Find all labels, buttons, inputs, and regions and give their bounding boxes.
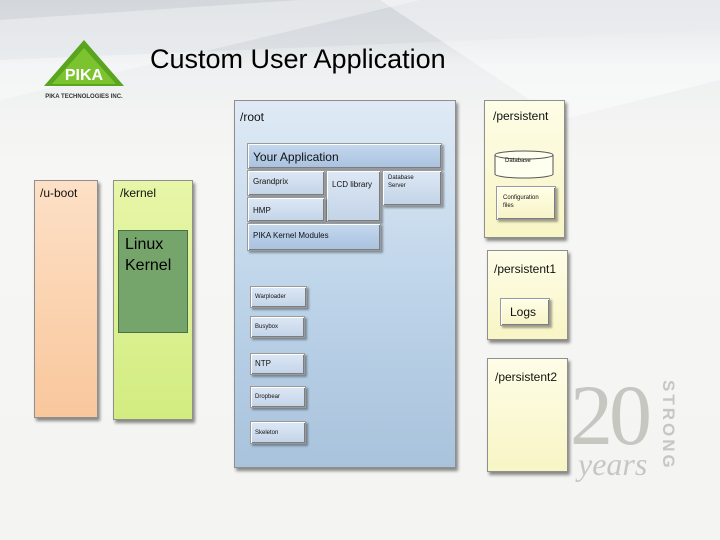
your-application-label: Your Application — [253, 150, 339, 164]
uboot-partition — [34, 180, 98, 418]
persistent2-label: /persistent2 — [495, 370, 558, 384]
lcd-library-label: LCD library — [332, 180, 373, 189]
company-name: PIKA TECHNOLOGIES INC. — [45, 94, 123, 100]
lcd-library-box — [326, 170, 381, 222]
busybox-label: Busybox — [255, 324, 279, 330]
database-cylinder-icon — [494, 150, 554, 179]
hmp-label: HMP — [253, 206, 271, 215]
warploader-label: Warploader — [255, 294, 286, 300]
dropbear-label: Dropbear — [255, 394, 281, 400]
persistent-label: /persistent — [493, 109, 549, 123]
database-server-label: Database Server — [388, 175, 414, 189]
watermark-strong: STRONG — [659, 380, 678, 471]
config-files-label: Configuration files — [503, 195, 539, 209]
ntp-label: NTP — [255, 359, 271, 368]
grandprix-label: Grandprix — [253, 177, 289, 186]
pika-logo-wordmark: PIKA — [65, 67, 104, 84]
uboot-label: /u-boot — [40, 186, 78, 200]
pika-logo-icon: PIKA — [44, 40, 124, 86]
persistent1-label: /persistent1 — [494, 262, 557, 276]
database-label: Database — [505, 158, 531, 164]
pika-kernel-modules-label: PIKA Kernel Modules — [253, 231, 329, 240]
pika-logo: PIKA PIKA TECHNOLOGIES INC. — [36, 38, 132, 100]
skeleton-label: Skeleton — [255, 430, 279, 436]
root-label: /root — [240, 110, 265, 124]
kernel-label: /kernel — [120, 186, 157, 200]
logs-label: Logs — [510, 305, 537, 319]
watermark-years: years — [578, 446, 648, 482]
linux-kernel-label: Linux Kernel — [125, 236, 172, 274]
page-title: Custom User Application — [150, 44, 446, 74]
